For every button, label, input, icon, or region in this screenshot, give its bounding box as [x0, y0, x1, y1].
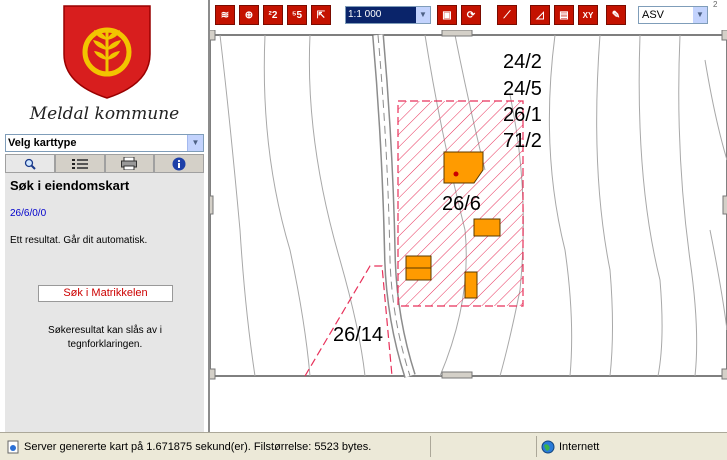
parcel-label: 71/2 [503, 130, 542, 152]
search-matrikkel-button[interactable]: Søk i Matrikkelen [38, 285, 173, 302]
tab-search[interactable] [5, 154, 55, 173]
internet-zone-icon [541, 440, 555, 454]
link-button[interactable]: ⟋ [497, 5, 517, 25]
neighbor-parcel-label: 26/14 [333, 324, 383, 346]
refresh-map-button[interactable]: ▣ [437, 5, 457, 25]
tab-info[interactable] [154, 154, 204, 173]
legend-icon [71, 158, 88, 169]
map-type-select[interactable]: Velg karttype ▼ [5, 134, 204, 152]
building-south [464, 271, 478, 299]
measure-length-button[interactable]: ▤ [554, 5, 574, 25]
zoom-extent-icon: ⊕ [244, 9, 254, 21]
measure-area-icon: ◿ [536, 9, 544, 21]
corner-mark: 2 [713, 0, 718, 9]
coordinate-system-value: ASV [642, 9, 665, 21]
panel-title: Søk i eiendomskart [10, 178, 130, 193]
page-icon [7, 440, 19, 454]
zoom-2-button[interactable]: ²2 [263, 5, 283, 25]
link-icon: ⟋ [503, 9, 511, 21]
tab-legend[interactable] [54, 154, 105, 173]
status-message: Server genererte kart på 1.671875 sekund… [24, 441, 372, 453]
parcel-label: 24/5 [503, 78, 542, 100]
measure-length-icon: ▤ [559, 9, 569, 21]
parcel-label: 26/1 [503, 104, 542, 126]
xy-coordinate-icon: XY [582, 10, 594, 20]
zoom-5-button[interactable]: ⁵5 [287, 5, 307, 25]
main-parcel-label: 26/6 [442, 193, 481, 215]
scale-select[interactable]: 1:1 000 ▼ [345, 6, 431, 24]
map-type-select-value: Velg karttype [8, 137, 77, 149]
chevron-down-icon[interactable]: ▼ [416, 7, 430, 23]
parcel-label: 24/2 [503, 51, 542, 73]
search-result-link[interactable]: 26/6/0/0 [10, 208, 46, 219]
search-point-marker [453, 171, 459, 177]
search-icon [24, 158, 36, 170]
search-result-text: Ett resultat. Går dit automatisk. [10, 235, 148, 246]
xy-coordinate-button[interactable]: XY [578, 5, 598, 25]
scale-select-value: 1:1 000 [348, 9, 382, 20]
building-main [443, 151, 484, 184]
map-canvas[interactable]: 24/2 24/5 26/1 71/2 26/6 26/14 [210, 30, 727, 432]
map-toolbar: ≋ ⊕ ²2 ⁵5 ⇱ 1:1 000 ▼ ▣ ⟳ ⟋ ◿ ▤ XY ✎ ASV… [210, 0, 727, 30]
status-separator [536, 436, 537, 457]
refresh-map-icon: ▣ [442, 9, 452, 21]
pan-button[interactable]: ⇱ [311, 5, 331, 25]
municipality-name: Meldal kommune [29, 104, 180, 124]
map-frame[interactable]: 24/2 24/5 26/1 71/2 26/6 26/14 [210, 30, 727, 432]
zoom-extent-button[interactable]: ⊕ [239, 5, 259, 25]
search-panel: Søk i eiendomskart 26/6/0/0 Ett resultat… [5, 173, 204, 432]
sidebar-tabs [5, 154, 204, 173]
coordinate-system-select[interactable]: ASV ▼ [638, 6, 708, 24]
sidebar: Meldal kommune Velg karttype ▼ Søk i eie… [0, 0, 209, 432]
print-icon [121, 157, 138, 170]
measure-area-button[interactable]: ◿ [530, 5, 550, 25]
ruler-button[interactable]: ✎ [606, 5, 626, 25]
tab-print[interactable] [104, 154, 155, 173]
chevron-down-icon[interactable]: ▼ [693, 7, 707, 23]
building-east [473, 218, 501, 237]
chevron-down-icon[interactable]: ▼ [187, 135, 203, 151]
ruler-icon: ✎ [611, 9, 621, 21]
pan-icon: ⇱ [316, 9, 326, 21]
layers-button[interactable]: ≋ [215, 5, 235, 25]
security-zone: Internett [559, 441, 600, 453]
municipality-coat-of-arms [63, 5, 151, 99]
help-text: Søkeresultat kan slås av i tegnforklarin… [48, 325, 162, 350]
zoom-2-icon: ²2 [268, 9, 278, 21]
layers-icon: ≋ [220, 9, 230, 21]
redraw-button[interactable]: ⟳ [461, 5, 481, 25]
status-bar: Server genererte kart på 1.671875 sekund… [0, 432, 727, 460]
status-separator [430, 436, 431, 457]
info-icon [172, 157, 186, 170]
logo-area: Meldal kommune [0, 0, 209, 133]
zoom-5-icon: ⁵5 [291, 9, 303, 21]
redraw-icon: ⟳ [466, 9, 476, 21]
